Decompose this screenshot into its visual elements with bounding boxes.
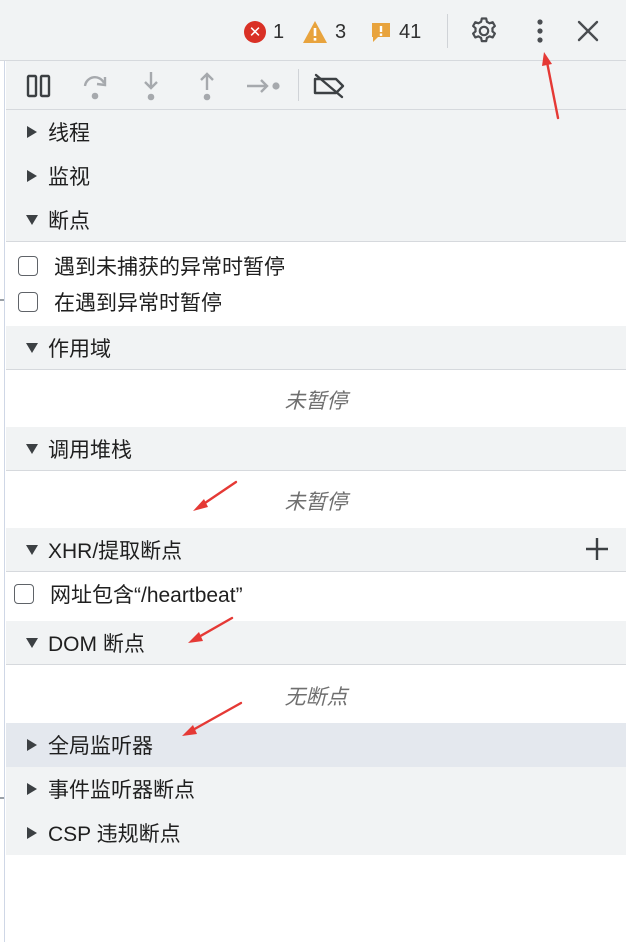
- section-global-listeners[interactable]: 全局监听器: [6, 723, 626, 767]
- error-count: 1: [273, 20, 285, 43]
- collapse-triangle-icon: [24, 214, 40, 226]
- pause-on-caught-exceptions-row[interactable]: 在遇到异常时暂停: [6, 284, 626, 320]
- xhr-breakpoint-label: 网址包含“/heartbeat”: [50, 584, 243, 607]
- issue-count: 41: [399, 20, 422, 43]
- step-over-button[interactable]: [78, 69, 112, 103]
- gear-icon: [472, 17, 496, 43]
- toolbar-divider: [298, 69, 299, 101]
- step-button[interactable]: [242, 69, 286, 103]
- issue-icon: [372, 23, 390, 42]
- section-scope-label: 作用域: [48, 337, 111, 361]
- pause-caught-label: 在遇到异常时暂停: [54, 292, 222, 315]
- devtools-top-bar: ✕ 1 3 41: [0, 0, 626, 61]
- pause-icon: [26, 74, 51, 98]
- left-panel-edge: [0, 61, 5, 942]
- section-dom-breakpoints[interactable]: DOM 断点: [6, 621, 626, 665]
- pause-resume-button[interactable]: [22, 69, 56, 103]
- pause-uncaught-label: 遇到未捕获的异常时暂停: [54, 256, 285, 279]
- debugger-toolbar: [6, 61, 626, 110]
- error-count-badge[interactable]: ✕ 1: [244, 19, 284, 45]
- scope-not-paused-text: 未暂停: [284, 390, 348, 413]
- xhr-breakpoint-item[interactable]: 网址包含“/heartbeat”: [6, 576, 626, 612]
- collapse-triangle-icon: [24, 443, 40, 455]
- section-breakpoints[interactable]: 断点: [6, 198, 626, 242]
- close-devtools-button[interactable]: [572, 15, 604, 47]
- section-watch[interactable]: 监视: [6, 154, 626, 198]
- toolbar-divider: [447, 14, 448, 48]
- step-over-icon: [83, 76, 107, 100]
- step-into-button[interactable]: [134, 69, 168, 103]
- collapse-triangle-icon: [24, 342, 40, 354]
- deactivate-breakpoints-button[interactable]: [310, 69, 348, 103]
- warning-icon: [303, 21, 327, 43]
- section-dom-breakpoints-label: DOM 断点: [48, 632, 145, 656]
- section-scope[interactable]: 作用域: [6, 326, 626, 370]
- section-threads-label: 线程: [48, 122, 90, 145]
- deactivate-breakpoints-icon: [313, 73, 345, 99]
- pause-uncaught-checkbox[interactable]: [18, 256, 38, 276]
- expand-triangle-icon: [24, 738, 40, 752]
- section-csp-breakpoints-label: CSP 违规断点: [48, 823, 181, 846]
- issue-count-badge[interactable]: 41: [370, 19, 421, 45]
- warning-count-badge[interactable]: 3: [302, 19, 346, 45]
- section-event-listener-breakpoints[interactable]: 事件监听器断点: [6, 767, 626, 811]
- expand-triangle-icon: [24, 125, 40, 139]
- settings-button[interactable]: [466, 13, 502, 49]
- plus-icon: [586, 538, 608, 560]
- collapse-triangle-icon: [24, 544, 40, 556]
- section-watch-label: 监视: [48, 166, 90, 189]
- section-threads[interactable]: 线程: [6, 110, 626, 154]
- section-xhr-breakpoints[interactable]: XHR/提取断点: [6, 528, 626, 572]
- close-icon: [577, 20, 599, 42]
- section-global-listeners-label: 全局监听器: [48, 735, 153, 758]
- warning-count: 3: [335, 20, 347, 43]
- pause-caught-checkbox[interactable]: [18, 292, 38, 312]
- error-icon: ✕: [244, 21, 266, 43]
- step-icon: [247, 79, 280, 93]
- step-out-button[interactable]: [190, 69, 224, 103]
- xhr-breakpoint-checkbox[interactable]: [14, 584, 34, 604]
- add-xhr-breakpoint-button[interactable]: [584, 536, 610, 567]
- step-into-icon: [144, 72, 158, 101]
- callstack-not-paused-text: 未暂停: [284, 491, 348, 514]
- more-vertical-icon: [537, 19, 543, 43]
- dom-no-breakpoints-text: 无断点: [284, 686, 348, 709]
- collapse-triangle-icon: [24, 637, 40, 649]
- section-call-stack[interactable]: 调用堆栈: [6, 427, 626, 471]
- edge-tick: [0, 299, 4, 301]
- section-breakpoints-label: 断点: [48, 209, 90, 233]
- expand-triangle-icon: [24, 826, 40, 840]
- more-options-button[interactable]: [526, 13, 554, 49]
- expand-triangle-icon: [24, 169, 40, 183]
- section-csp-breakpoints[interactable]: CSP 违规断点: [6, 811, 626, 855]
- expand-triangle-icon: [24, 782, 40, 796]
- step-out-icon: [200, 72, 214, 101]
- section-call-stack-label: 调用堆栈: [48, 438, 132, 462]
- edge-tick: [0, 797, 4, 799]
- pause-on-uncaught-exceptions-row[interactable]: 遇到未捕获的异常时暂停: [6, 248, 626, 284]
- section-xhr-breakpoints-label: XHR/提取断点: [48, 539, 183, 563]
- section-event-listener-breakpoints-label: 事件监听器断点: [48, 779, 195, 802]
